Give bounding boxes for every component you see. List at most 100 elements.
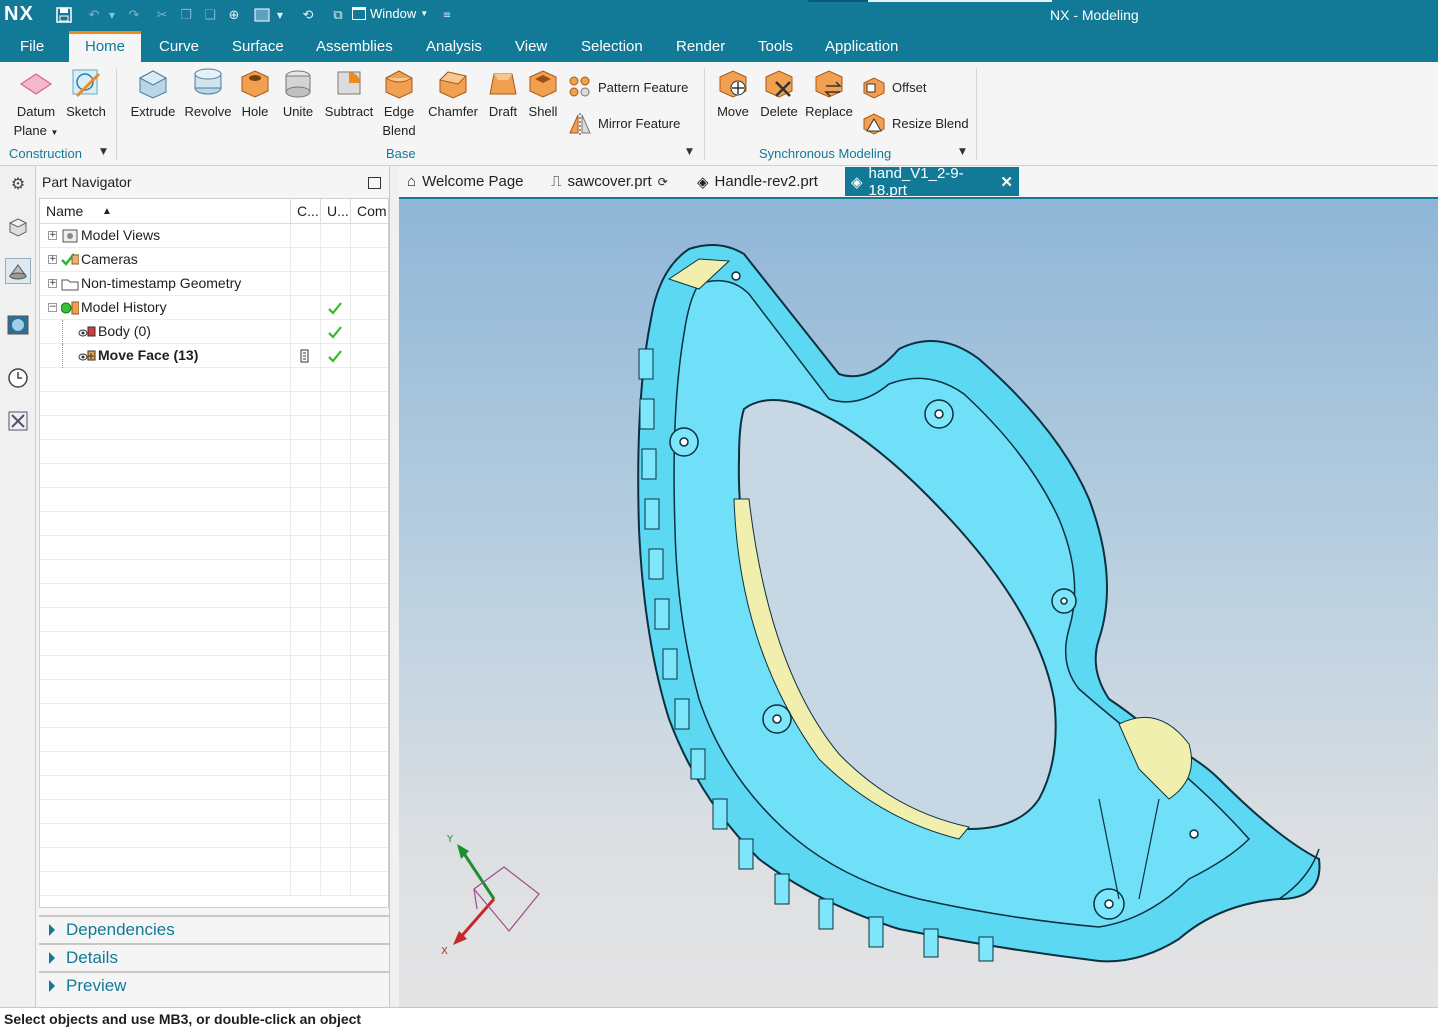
subtract-label: Subtract (324, 104, 374, 119)
tab-sawcover[interactable]: ⎍ sawcover.prt ⟳ (545, 167, 674, 196)
replace-face-button[interactable]: Replace (804, 66, 854, 121)
subtract-button[interactable]: Subtract (322, 66, 376, 121)
web-browser-icon[interactable] (5, 312, 31, 338)
paste-icon[interactable]: ❏ (200, 5, 220, 25)
redo-icon[interactable]: ↷ (124, 5, 144, 25)
maximize-panel-icon[interactable] (368, 177, 381, 189)
table-row (40, 440, 388, 464)
cell-u (321, 296, 351, 320)
cad-model[interactable]: Y X (399, 199, 1438, 1007)
menu-bar: File Home Curve Surface Assemblies Analy… (0, 31, 1438, 62)
table-row (40, 512, 388, 536)
save-icon[interactable] (54, 5, 74, 25)
edge-blend-label-1: Edge (383, 104, 415, 119)
chamfer-button[interactable]: Chamfer (424, 66, 482, 121)
repeat-command-icon[interactable]: ⊕ (224, 5, 244, 25)
tab-hand-v1[interactable]: ◈ hand_V1_2-9-18.prt ✕ (845, 165, 1019, 199)
tab-handle-label: Handle-rev2.prt (714, 173, 818, 190)
tab-tools[interactable]: Tools (758, 31, 793, 62)
tab-curve[interactable]: Curve (159, 31, 199, 62)
cut-icon[interactable]: ✂ (152, 5, 172, 25)
reuse-library-icon[interactable] (5, 408, 31, 434)
touch-mode-icon[interactable]: ⟲ (298, 5, 318, 25)
tab-analysis[interactable]: Analysis (426, 31, 482, 62)
history-clock-icon[interactable] (5, 365, 31, 391)
hole-button[interactable]: Hole (238, 66, 272, 121)
move-face-button[interactable]: Move (712, 66, 754, 121)
tab-welcome-page[interactable]: ⌂ Welcome Page (401, 167, 530, 196)
modified-icon: ⟳ (657, 174, 668, 189)
sort-ascending-icon: ▲ (102, 206, 112, 217)
revolve-button[interactable]: Revolve (182, 66, 234, 121)
menu-file[interactable]: File (20, 31, 44, 62)
cell-c (291, 224, 321, 248)
assembly-navigator-icon[interactable] (5, 214, 31, 240)
cell-name: − Model History (40, 296, 291, 320)
mirror-feature-button[interactable]: Mirror Feature (568, 111, 680, 135)
details-section[interactable]: Details (39, 943, 389, 971)
cell-c (291, 392, 321, 416)
table-row[interactable]: Body (0) (40, 320, 388, 344)
tab-home[interactable]: Home (69, 31, 142, 62)
extrude-button[interactable]: Extrude (128, 66, 178, 121)
edge-blend-button[interactable]: Edge Blend (378, 66, 420, 140)
table-row[interactable]: + Cameras (40, 248, 388, 272)
tree-expand-icon[interactable]: + (48, 231, 57, 240)
tree-expand-icon[interactable]: + (48, 255, 57, 264)
tab-welcome-label: Welcome Page (422, 173, 524, 190)
unite-button[interactable]: Unite (278, 66, 318, 121)
tab-selection[interactable]: Selection (581, 31, 643, 62)
table-row[interactable]: − Model History (40, 296, 388, 320)
row-label: Non-timestamp Geometry (81, 275, 242, 291)
display-mode-icon[interactable] (252, 5, 272, 25)
pattern-feature-button[interactable]: Pattern Feature (568, 75, 688, 99)
tab-render[interactable]: Render (676, 31, 725, 62)
graphics-viewport[interactable]: Y X (399, 197, 1438, 1007)
display-dropdown-icon[interactable]: ▼ (274, 5, 286, 25)
tab-application[interactable]: Application (825, 31, 898, 62)
draft-button[interactable]: Draft (484, 66, 522, 121)
extrude-label: Extrude (130, 104, 176, 119)
cell-c (291, 752, 321, 776)
table-row[interactable]: Move Face (13) (40, 344, 388, 368)
base-group-dropdown-icon[interactable]: ▼ (686, 147, 693, 157)
customize-quick-access-icon[interactable]: ≡ (440, 5, 454, 25)
tab-view[interactable]: View (515, 31, 547, 62)
tree-expand-icon[interactable]: − (48, 303, 57, 312)
construction-group-dropdown-icon[interactable]: ▼ (100, 147, 107, 157)
column-header-comment[interactable]: Com (351, 199, 388, 224)
datum-plane-button[interactable]: Datum Plane ▼ (10, 66, 62, 142)
column-header-name[interactable]: Name ▲ (40, 199, 291, 224)
tree-expand-icon[interactable]: + (48, 279, 57, 288)
edge-blend-label-2: Blend (382, 123, 416, 138)
tab-assemblies[interactable]: Assemblies (316, 31, 393, 62)
sketch-button[interactable]: Sketch (64, 66, 108, 121)
preview-section[interactable]: Preview (39, 971, 389, 999)
shell-button[interactable]: Shell (524, 66, 562, 121)
column-header-u[interactable]: U... (321, 199, 351, 224)
undo-icon[interactable]: ↶ (84, 5, 104, 25)
switch-window-icon[interactable]: ⧉ (328, 5, 348, 25)
offset-region-button[interactable]: Offset (862, 75, 926, 99)
table-row[interactable]: + Non-timestamp Geometry (40, 272, 388, 296)
dependencies-section[interactable]: Dependencies (39, 915, 389, 943)
delete-face-button[interactable]: Delete (756, 66, 802, 121)
cell-c (291, 848, 321, 872)
cell-name (40, 776, 291, 800)
cell-c (291, 488, 321, 512)
part-navigator-icon[interactable] (5, 258, 31, 284)
delete-label: Delete (760, 104, 798, 119)
tab-handle-rev2[interactable]: ◈ Handle-rev2.prt (691, 167, 824, 196)
resize-blend-button[interactable]: Resize Blend (862, 111, 969, 135)
tab-surface[interactable]: Surface (232, 31, 284, 62)
settings-gear-icon[interactable]: ⚙ (5, 170, 31, 196)
sync-group-dropdown-icon[interactable]: ▼ (959, 147, 966, 157)
column-header-c[interactable]: C... (291, 199, 321, 224)
window-menu[interactable]: Window ▼ (352, 6, 428, 21)
close-tab-icon[interactable]: ✕ (1000, 173, 1013, 191)
undo-dropdown-icon[interactable]: ▼ (106, 5, 118, 25)
copy-icon[interactable]: ❐ (176, 5, 196, 25)
table-row[interactable]: + Model Views (40, 224, 388, 248)
status-prompt: Select objects and use MB3, or double-cl… (4, 1011, 362, 1027)
mirror-feature-label: Mirror Feature (598, 115, 681, 131)
